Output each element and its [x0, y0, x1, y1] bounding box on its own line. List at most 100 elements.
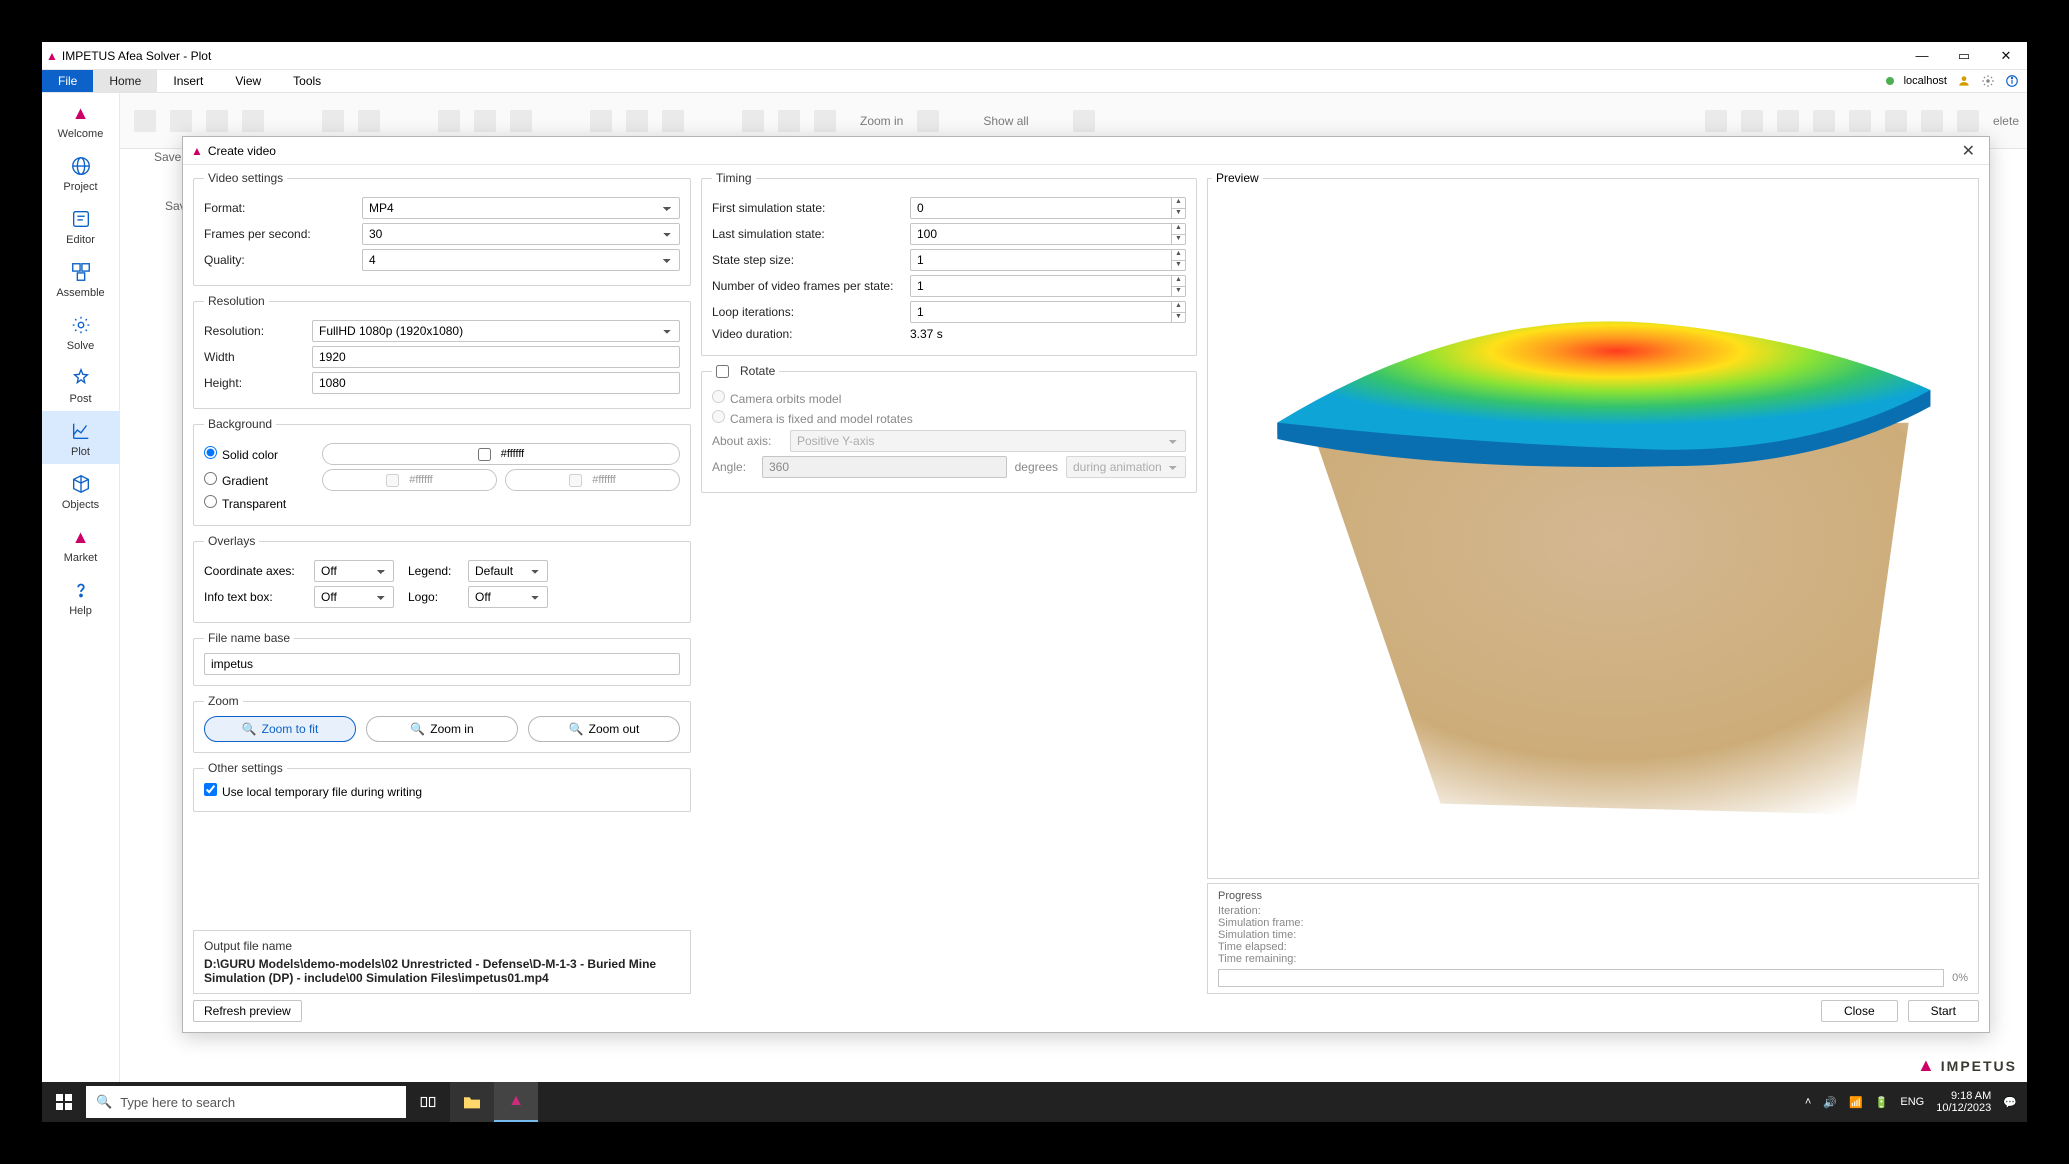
- dialog-app-icon: ▲: [191, 144, 203, 158]
- height-input[interactable]: [312, 372, 680, 394]
- ribbon-save-label: Save: [154, 150, 181, 164]
- format-select[interactable]: MP4: [362, 197, 680, 219]
- bg-solid-radio[interactable]: [204, 446, 217, 459]
- logo-select[interactable]: Off: [468, 586, 548, 608]
- home-icon: ▲: [69, 101, 93, 125]
- menu-file[interactable]: File: [42, 70, 93, 92]
- step-size-input[interactable]: 1▲▼: [910, 249, 1186, 271]
- sidebar-item-plot[interactable]: Plot: [42, 411, 119, 464]
- minimize-button[interactable]: —: [1901, 42, 1943, 70]
- search-icon: 🔍: [96, 1094, 112, 1110]
- globe-icon: [69, 154, 93, 178]
- bg-solid-radio-label[interactable]: Solid color: [204, 446, 314, 462]
- tray-clock[interactable]: 9:18 AM 10/12/2023: [1936, 1090, 1991, 1114]
- quality-select[interactable]: 4: [362, 249, 680, 271]
- connection-status-icon: [1886, 77, 1894, 85]
- menu-insert[interactable]: Insert: [157, 70, 219, 92]
- sidebar-nav: ▲Welcome Project Editor Assemble Solve P…: [42, 93, 120, 1082]
- loop-iter-input[interactable]: 1▲▼: [910, 301, 1186, 323]
- zoom-in-button[interactable]: 🔍Zoom in: [366, 716, 518, 742]
- folder-icon: [462, 1094, 482, 1110]
- dialog-close-button[interactable]: ✕: [1956, 141, 1981, 161]
- menu-tools[interactable]: Tools: [277, 70, 337, 92]
- dialog-title: Create video: [208, 144, 276, 158]
- bg-gradient-radio-label[interactable]: Gradient: [204, 472, 314, 488]
- rotate-group: Rotate Camera orbits model Camera is fix…: [701, 364, 1197, 493]
- progress-bar: [1218, 969, 1944, 987]
- info-icon[interactable]: [2005, 74, 2019, 88]
- tray-lang[interactable]: ENG: [1900, 1096, 1924, 1108]
- zoom-fit-button[interactable]: 🔍Zoom to fit: [204, 716, 356, 742]
- sidebar-item-solve[interactable]: Solve: [42, 305, 119, 358]
- sidebar-item-welcome[interactable]: ▲Welcome: [42, 93, 119, 146]
- progress-percent: 0%: [1952, 972, 1968, 984]
- use-local-checkbox-label[interactable]: Use local temporary file during writing: [204, 785, 422, 799]
- windows-icon: [56, 1094, 72, 1110]
- sidebar-item-editor[interactable]: Editor: [42, 199, 119, 252]
- frames-per-state-input[interactable]: 1▲▼: [910, 275, 1186, 297]
- tray-battery-icon[interactable]: 🔋: [1875, 1096, 1889, 1109]
- tray-wifi-icon[interactable]: 📶: [1849, 1096, 1863, 1109]
- toolbar-delete-fragment: elete: [1993, 114, 2019, 128]
- brand-triangle-icon: ▲: [1917, 1055, 1937, 1076]
- taskbar-search[interactable]: 🔍 Type here to search: [86, 1086, 406, 1118]
- sidebar-item-post[interactable]: Post: [42, 358, 119, 411]
- sidebar-item-help[interactable]: Help: [42, 570, 119, 623]
- use-local-checkbox[interactable]: [204, 783, 217, 796]
- window-title: IMPETUS Afea Solver - Plot: [62, 49, 211, 63]
- bg-transparent-radio-label[interactable]: Transparent: [204, 495, 286, 511]
- menu-home[interactable]: Home: [93, 70, 157, 92]
- last-state-input[interactable]: 100▲▼: [910, 223, 1186, 245]
- coord-axes-select[interactable]: Off: [314, 560, 394, 582]
- sidebar-item-project[interactable]: Project: [42, 146, 119, 199]
- first-state-input[interactable]: 0▲▼: [910, 197, 1186, 219]
- task-view-button[interactable]: [406, 1082, 450, 1122]
- rotate-axis-select: Positive Y-axis: [790, 430, 1186, 452]
- filename-group: File name base: [193, 631, 691, 686]
- width-input[interactable]: [312, 346, 680, 368]
- bg-grad-swatch1[interactable]: #ffffff: [322, 469, 497, 491]
- title-bar: ▲ IMPETUS Afea Solver - Plot — ▭ ✕: [42, 42, 2027, 70]
- menu-bar: File Home Insert View Tools localhost: [42, 70, 2027, 93]
- close-button[interactable]: Close: [1821, 1000, 1898, 1022]
- fps-select[interactable]: 30: [362, 223, 680, 245]
- maximize-button[interactable]: ▭: [1943, 42, 1985, 70]
- sidebar-item-assemble[interactable]: Assemble: [42, 252, 119, 305]
- refresh-preview-button[interactable]: Refresh preview: [193, 1000, 302, 1022]
- user-icon[interactable]: [1957, 74, 1971, 88]
- close-window-button[interactable]: ✕: [1985, 42, 2027, 70]
- zoom-out-button[interactable]: 🔍Zoom out: [528, 716, 680, 742]
- editor-icon: [69, 207, 93, 231]
- sidebar-item-objects[interactable]: Objects: [42, 464, 119, 517]
- cube-icon: [69, 472, 93, 496]
- info-select[interactable]: Off: [314, 586, 394, 608]
- menu-view[interactable]: View: [219, 70, 277, 92]
- impetus-app-button[interactable]: ▲: [494, 1082, 538, 1122]
- bg-solid-swatch[interactable]: #ffffff: [322, 443, 680, 465]
- tray-chevron-icon[interactable]: ˄: [1805, 1096, 1811, 1108]
- file-explorer-button[interactable]: [450, 1082, 494, 1122]
- rotate-orbit-radio: [712, 390, 725, 403]
- sidebar-item-market[interactable]: ▲Market: [42, 517, 119, 570]
- background-group: Background Solid color #ffffff Gradient …: [193, 417, 691, 526]
- filename-input[interactable]: [204, 653, 680, 675]
- bg-transparent-radio[interactable]: [204, 495, 217, 508]
- legend-select[interactable]: Default: [468, 560, 548, 582]
- rotate-enable-checkbox[interactable]: [716, 365, 729, 378]
- rotate-fixed-radio: [712, 410, 725, 423]
- help-icon: [69, 578, 93, 602]
- start-button[interactable]: Start: [1908, 1000, 1979, 1022]
- resolution-select[interactable]: FullHD 1080p (1920x1080): [312, 320, 680, 342]
- tray-volume-icon[interactable]: 🔊: [1823, 1096, 1837, 1109]
- bg-gradient-radio[interactable]: [204, 472, 217, 485]
- tray-notifications-icon[interactable]: 💬: [2003, 1096, 2017, 1109]
- bg-grad-swatch2[interactable]: #ffffff: [505, 469, 680, 491]
- toolbar-show-all-label: Show all: [983, 114, 1028, 128]
- impetus-icon: ▲: [508, 1092, 524, 1110]
- rotate-during-select: during animation: [1066, 456, 1186, 478]
- plot-icon: [69, 419, 93, 443]
- settings-icon[interactable]: [1981, 74, 1995, 88]
- magnifier-icon: 🔍: [410, 722, 425, 736]
- resolution-group: Resolution Resolution:FullHD 1080p (1920…: [193, 294, 691, 409]
- start-button[interactable]: [42, 1082, 86, 1122]
